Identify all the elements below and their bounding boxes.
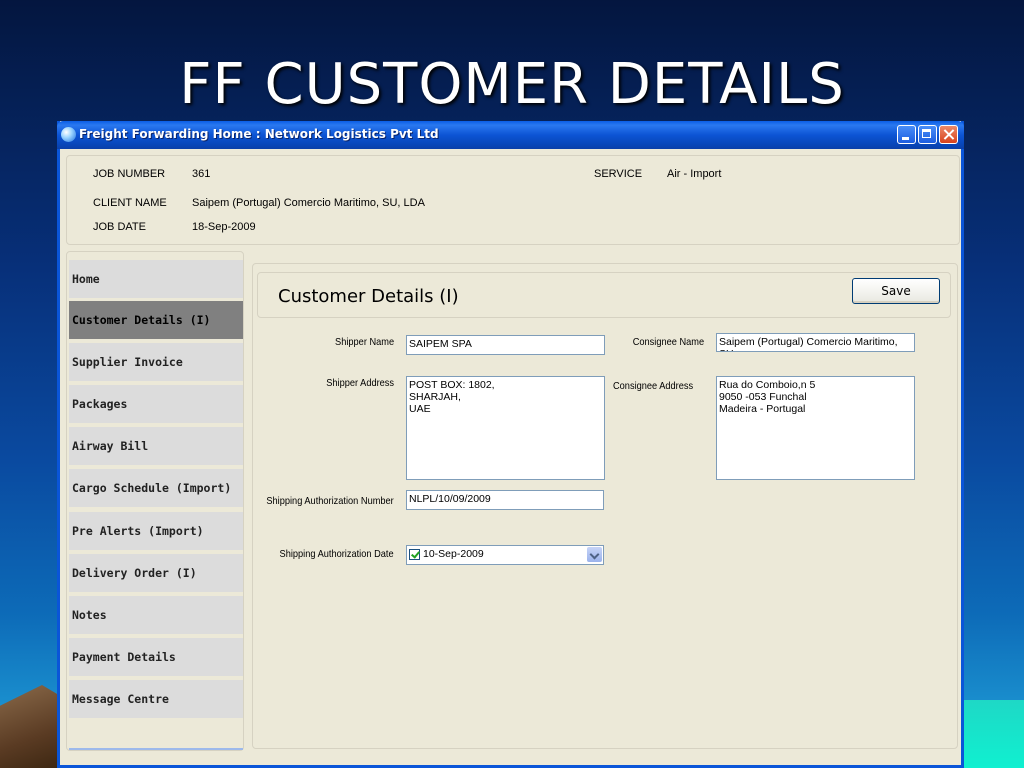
client-name-value: Saipem (Portugal) Comercio Maritimo, SU,…: [192, 197, 425, 209]
maximize-button[interactable]: [918, 125, 937, 144]
chevron-down-icon[interactable]: [587, 547, 602, 562]
app-globe-icon: [61, 127, 76, 142]
shipper-name-label: Shipper Name: [334, 336, 394, 348]
sidebar-item-label: Cargo Schedule (Import): [72, 481, 232, 495]
date-enabled-checkbox[interactable]: [409, 549, 420, 560]
job-date-value: 18-Sep-2009: [192, 221, 256, 233]
sidebar-item-message-centre[interactable]: Message Centre: [69, 680, 243, 718]
job-number-label: JOB NUMBER: [93, 168, 166, 180]
sidebar-item-label: Supplier Invoice: [72, 355, 183, 369]
shipper-address-label: Shipper Address: [326, 377, 394, 389]
background-sea: [962, 700, 1024, 768]
sidebar-item-label: Home: [72, 272, 100, 286]
job-number-value: 361: [192, 168, 211, 180]
consignee-address-field[interactable]: Rua do Comboio,n 5 9050 -053 Funchal Mad…: [716, 376, 915, 480]
window-titlebar[interactable]: Freight Forwarding Home : Network Logist…: [57, 121, 964, 149]
sidebar-item-delivery-order[interactable]: Delivery Order (I): [69, 554, 243, 592]
shipping-auth-number-label: Shipping Authorization Number: [266, 495, 394, 507]
shipper-address-field[interactable]: POST BOX: 1802, SHARJAH, UAE: [406, 376, 605, 480]
client-name-label: CLIENT NAME: [93, 197, 167, 209]
sidebar-item-home[interactable]: Home: [69, 260, 243, 298]
sidebar-item-label: Pre Alerts (Import): [72, 524, 204, 538]
job-date-label: JOB DATE: [93, 221, 146, 233]
sidebar-item-cargo-schedule[interactable]: Cargo Schedule (Import): [69, 469, 243, 507]
sidebar-item-airway-bill[interactable]: Airway Bill: [69, 427, 243, 465]
service-label: SERVICE: [594, 168, 643, 180]
sidebar-item-pre-alerts[interactable]: Pre Alerts (Import): [69, 512, 243, 550]
sidebar-item-label: Message Centre: [72, 692, 169, 706]
shipping-auth-date-picker[interactable]: 10-Sep-2009: [406, 545, 604, 565]
sidebar-item-label: Delivery Order (I): [72, 566, 197, 580]
sidebar-item-label: Airway Bill: [72, 439, 149, 453]
slide-title: FF CUSTOMER DETAILS: [179, 52, 845, 117]
customer-details-panel: Customer Details (I) Save Shipper Name S…: [252, 263, 958, 749]
sidebar-item-label: Payment Details: [72, 650, 176, 664]
sidebar-item-label: Customer Details (I): [72, 313, 211, 327]
consignee-address-label: Consignee Address: [613, 380, 694, 392]
service-value: Air - Import: [667, 168, 722, 180]
shipper-name-field[interactable]: SAIPEM SPA: [406, 335, 605, 355]
consignee-name-field[interactable]: Saipem (Portugal) Comercio Maritimo, SU,: [716, 333, 915, 352]
sidebar-item-label: Notes: [72, 608, 107, 622]
job-info-panel: JOB NUMBER 361 CLIENT NAME Saipem (Portu…: [66, 155, 960, 245]
sidebar-divider: [69, 748, 243, 750]
page-title: Customer Details (I): [278, 286, 459, 307]
shipping-auth-number-field[interactable]: NLPL/10/09/2009: [406, 490, 604, 510]
page-header: Customer Details (I) Save: [257, 272, 951, 318]
sidebar-item-supplier-invoice[interactable]: Supplier Invoice: [69, 343, 243, 381]
window-title: Freight Forwarding Home : Network Logist…: [79, 127, 439, 141]
close-button[interactable]: [939, 125, 958, 144]
sidebar-item-label: Packages: [72, 397, 128, 411]
app-window: Freight Forwarding Home : Network Logist…: [57, 121, 964, 768]
sidebar-item-customer-details[interactable]: Customer Details (I): [69, 301, 243, 339]
shipping-auth-date-label: Shipping Authorization Date: [279, 548, 394, 560]
sidebar-item-payment-details[interactable]: Payment Details: [69, 638, 243, 676]
shipping-auth-date-value: 10-Sep-2009: [423, 548, 484, 560]
sidebar-item-notes[interactable]: Notes: [69, 596, 243, 634]
save-button[interactable]: Save: [852, 278, 940, 304]
consignee-name-label: Consignee Name: [632, 336, 704, 348]
minimize-button[interactable]: [897, 125, 916, 144]
sidebar-item-packages[interactable]: Packages: [69, 385, 243, 423]
sidebar-nav: Home Customer Details (I) Supplier Invoi…: [66, 251, 244, 751]
